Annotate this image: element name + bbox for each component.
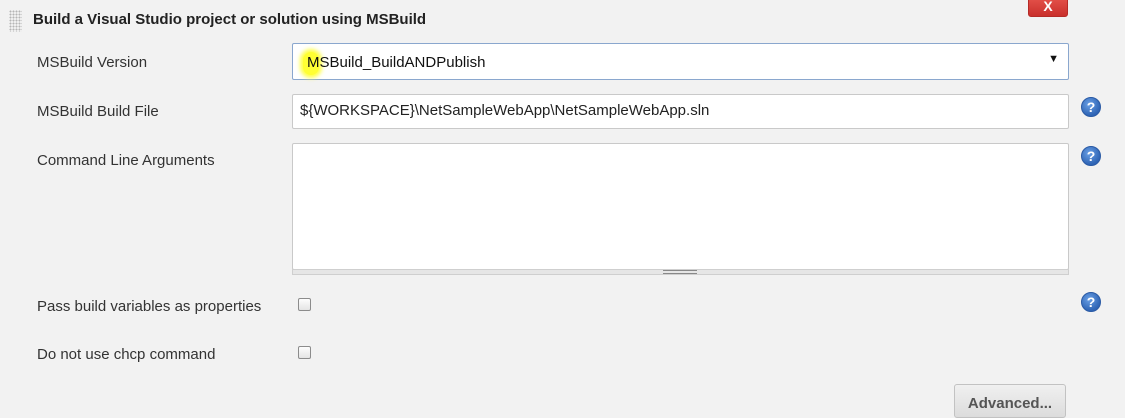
msbuild-build-file-input[interactable]: ${WORKSPACE}\NetSampleWebApp\NetSampleWe… bbox=[292, 94, 1069, 129]
command-line-arguments-textarea[interactable] bbox=[292, 143, 1069, 270]
help-icon[interactable]: ? bbox=[1081, 292, 1101, 312]
dropdown-arrow-icon[interactable]: ▼ bbox=[1048, 53, 1059, 65]
msbuild-version-select[interactable]: MSBuild_BuildANDPublish ▼ bbox=[292, 43, 1069, 80]
help-icon[interactable]: ? bbox=[1081, 146, 1101, 166]
no-chcp-label: Do not use chcp command bbox=[37, 346, 216, 363]
drag-handle-icon[interactable] bbox=[9, 10, 22, 32]
msbuild-version-label: MSBuild Version bbox=[37, 54, 148, 71]
pass-build-variables-checkbox[interactable] bbox=[298, 298, 311, 311]
msbuild-version-value: MSBuild_BuildANDPublish bbox=[307, 54, 486, 71]
command-line-arguments-label: Command Line Arguments bbox=[37, 152, 215, 169]
expand-grip-icon[interactable] bbox=[663, 270, 697, 274]
msbuild-build-file-label: MSBuild Build File bbox=[37, 103, 159, 120]
section-title: Build a Visual Studio project or solutio… bbox=[33, 11, 427, 28]
advanced-button[interactable]: Advanced... bbox=[954, 384, 1066, 418]
pass-build-variables-label: Pass build variables as properties bbox=[37, 298, 262, 315]
no-chcp-checkbox[interactable] bbox=[298, 346, 311, 359]
help-icon[interactable]: ? bbox=[1081, 97, 1101, 117]
delete-step-button[interactable]: X bbox=[1028, 0, 1068, 17]
